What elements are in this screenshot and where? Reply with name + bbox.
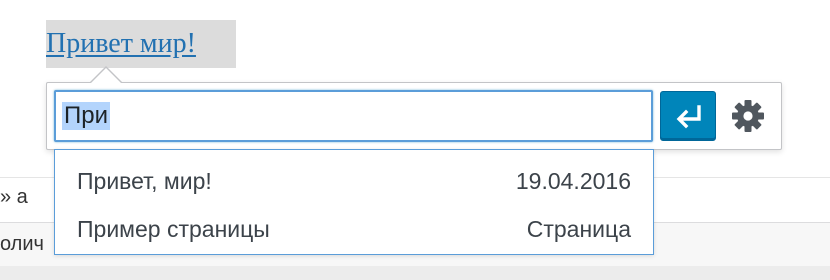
popup-pointer-inner [91, 68, 121, 83]
link-suggestions-dropdown: Привет, мир! 19.04.2016 Пример страницы … [54, 149, 654, 255]
link-settings-button[interactable] [724, 92, 772, 140]
editor-canvas: » а олич Привет мир! При Привет, мир! 19… [0, 0, 830, 280]
suggestion-title: Привет, мир! [77, 168, 212, 194]
editor-text-fragment: » а [0, 186, 28, 208]
editor-word-count-fragment: олич [0, 233, 44, 255]
link-url-input[interactable]: При [54, 90, 653, 142]
suggestion-title: Пример страницы [77, 216, 270, 242]
suggestion-item[interactable]: Пример страницы Страница [55, 204, 653, 252]
apply-link-button[interactable] [660, 91, 716, 141]
suggestion-item[interactable]: Привет, мир! 19.04.2016 [55, 156, 653, 204]
suggestion-info: Страница [526, 216, 631, 242]
editor-bottom-bar [0, 266, 830, 280]
selected-link[interactable]: Привет мир! [46, 28, 196, 60]
return-arrow-icon [676, 105, 701, 129]
suggestion-info: 19.04.2016 [515, 168, 631, 194]
gear-icon [732, 100, 764, 132]
link-url-input-value[interactable]: При [62, 102, 111, 130]
